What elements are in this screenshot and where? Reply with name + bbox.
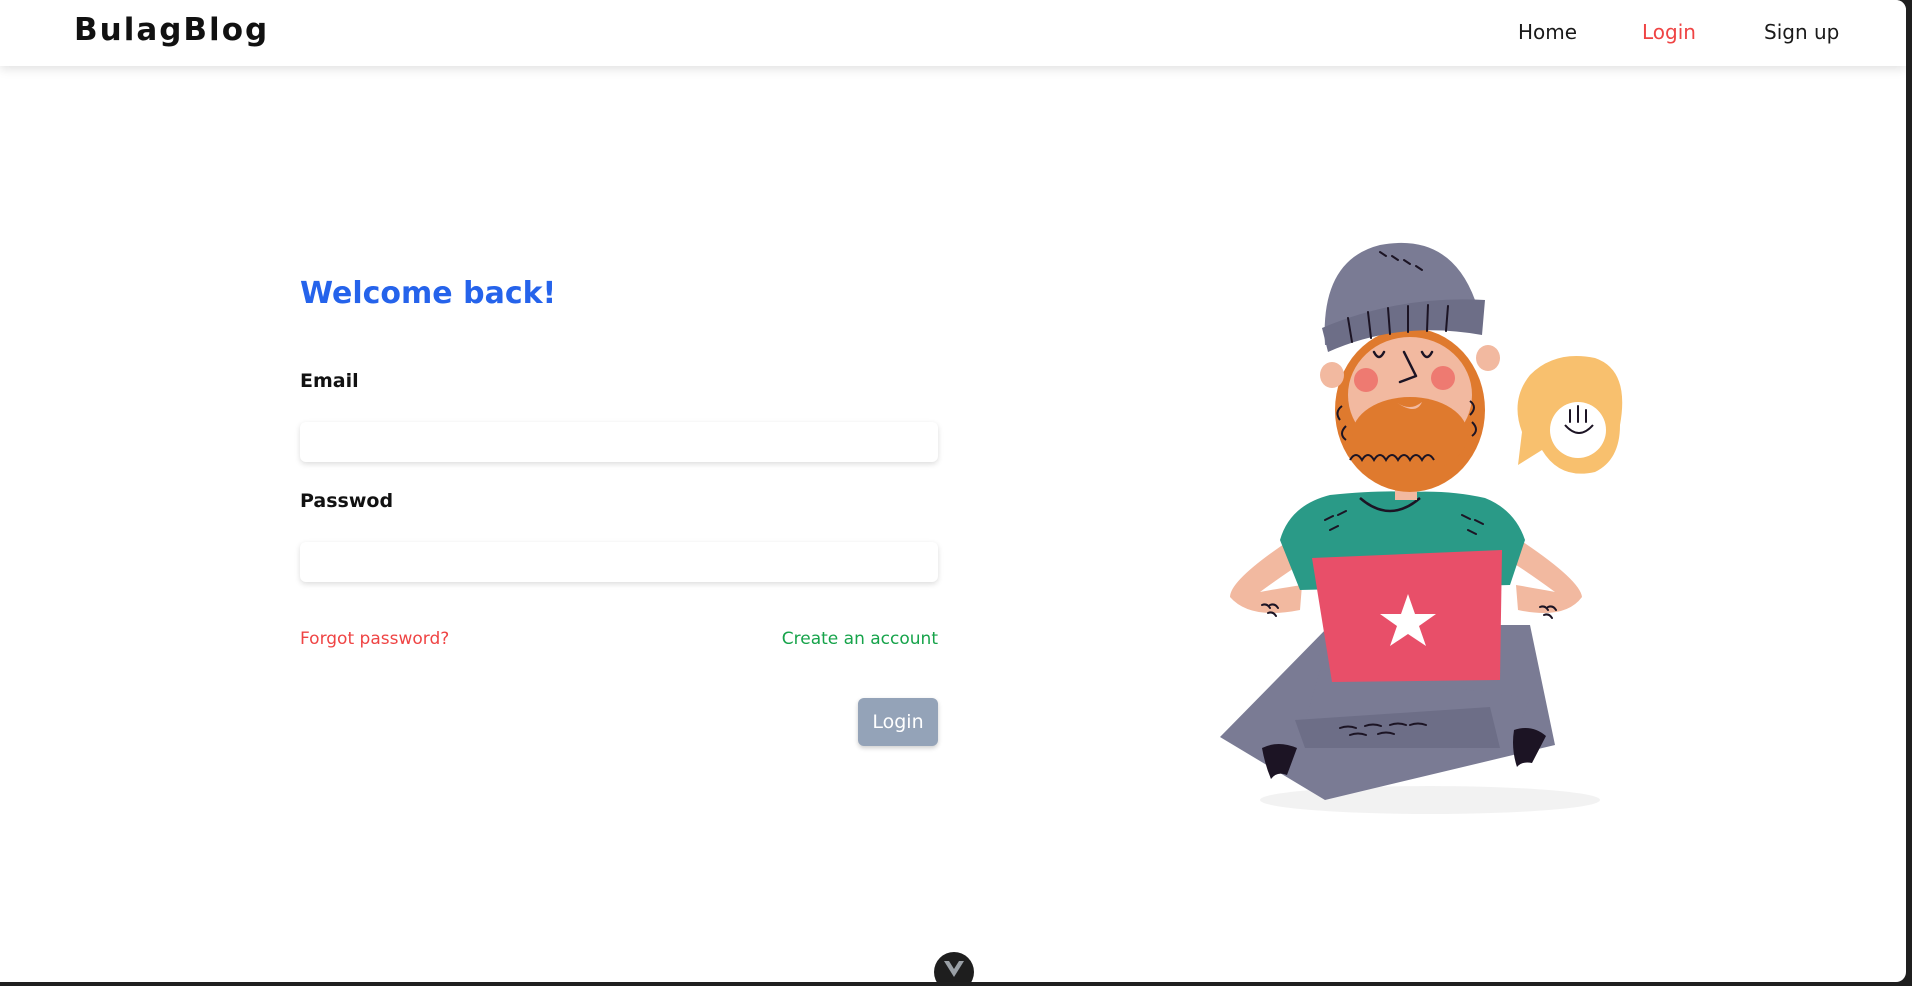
page: BulagBlog Home Login Sign up Welcome bac…: [0, 0, 1906, 982]
email-label: Email: [300, 370, 359, 392]
password-input[interactable]: [300, 542, 938, 582]
right-cheek: [1431, 366, 1455, 390]
left-cheek: [1354, 368, 1378, 392]
login-button[interactable]: Login: [858, 698, 938, 746]
login-illustration: [1220, 242, 1623, 814]
nav-login-link[interactable]: Login: [1642, 20, 1696, 44]
email-input[interactable]: [300, 422, 938, 462]
left-ear: [1320, 362, 1344, 388]
password-label: Passwod: [300, 490, 394, 512]
vue-logo-icon[interactable]: [934, 952, 974, 982]
nav-signup-link[interactable]: Sign up: [1764, 20, 1839, 44]
nav-home-link[interactable]: Home: [1518, 20, 1577, 44]
brand-logo[interactable]: BulagBlog: [74, 12, 269, 48]
create-account-link[interactable]: Create an account: [782, 629, 938, 649]
right-ear: [1476, 345, 1500, 371]
top-navbar: BulagBlog Home Login Sign up: [0, 0, 1906, 66]
page-title: Welcome back!: [300, 276, 557, 311]
forgot-password-link[interactable]: Forgot password?: [300, 629, 449, 649]
